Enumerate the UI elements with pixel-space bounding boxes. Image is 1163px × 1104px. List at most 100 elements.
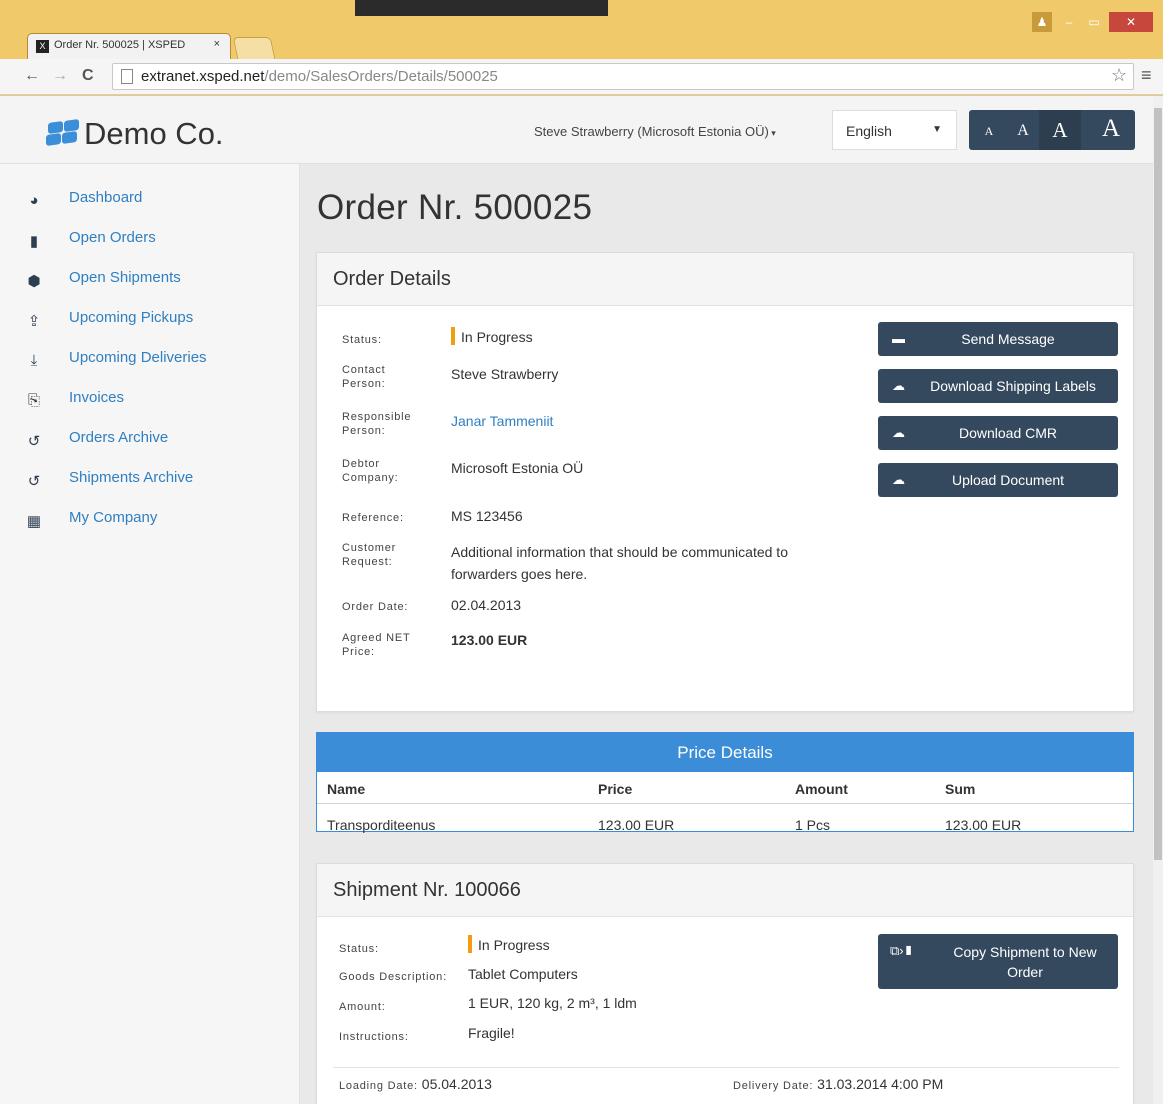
status-text: In Progress <box>478 937 550 953</box>
font-size-s-button[interactable]: A <box>1007 122 1039 140</box>
new-tab-button[interactable] <box>232 37 276 59</box>
forward-arrow-icon[interactable]: → <box>52 67 68 85</box>
user-menu[interactable]: Steve Strawberry (Microsoft Estonia OÜ) … <box>534 124 776 139</box>
user-name: Steve Strawberry (Microsoft Estonia OÜ) <box>534 124 769 139</box>
copy-shipment-label: Copy Shipment to New Order <box>953 944 1097 980</box>
reload-icon[interactable]: C <box>82 67 94 85</box>
amount-value: 1 EUR, 120 kg, 2 m³, 1 ldm <box>468 995 637 1011</box>
copy-shipment-button[interactable]: ⧉›▮ Copy Shipment to New Order <box>878 934 1118 989</box>
browser-tab[interactable]: X Order Nr. 500025 | XSPED × <box>27 33 231 59</box>
send-message-button[interactable]: ▬ Send Message <box>878 322 1118 356</box>
instructions-label: Instructions: <box>339 1031 409 1043</box>
download-cmr-label: Download CMR <box>958 425 1058 441</box>
building-icon: ▦ <box>26 513 42 530</box>
upload-document-button[interactable]: ☁ Upload Document <box>878 463 1118 497</box>
cloud-upload-icon: ☁ <box>892 472 905 487</box>
sidebar-item-label: Open Shipments <box>69 269 181 286</box>
xsped-favicon-icon: X <box>36 40 49 53</box>
page-scrollbar[interactable] <box>1153 96 1163 1104</box>
url-host: extranet.xsped.net <box>141 68 265 85</box>
divider <box>333 1067 1119 1068</box>
price-details-title: Price Details <box>317 733 1133 772</box>
instructions-value: Fragile! <box>468 1025 515 1041</box>
agreed-price-value: 123.00 EUR <box>451 632 528 648</box>
goods-description-label: Goods Description: <box>339 971 447 983</box>
bookmark-star-icon[interactable]: ☆ <box>1111 65 1127 86</box>
sidebar-item-invoices[interactable]: ⎘ Invoices <box>0 389 300 429</box>
table-cell: Transporditeenus <box>327 817 436 833</box>
responsible-person-link[interactable]: Janar Tammeniit <box>451 410 553 432</box>
language-value: English <box>846 123 892 139</box>
sidebar-item-dashboard[interactable]: ◕ Dashboard <box>0 189 300 229</box>
shipment-status-label: Status: <box>339 943 379 955</box>
status-text: In Progress <box>461 329 533 345</box>
sidebar-item-my-company[interactable]: ▦ My Company <box>0 509 300 549</box>
scrollbar-thumb[interactable] <box>1154 108 1162 860</box>
site-header: Demo Co. Steve Strawberry (Microsoft Est… <box>0 96 1153 164</box>
browser-toolbar: ← → C extranet.xsped.net/demo/SalesOrder… <box>0 59 1163 95</box>
send-message-label: Send Message <box>961 331 1055 347</box>
sidebar-item-open-shipments[interactable]: ⬢ Open Shipments <box>0 269 300 309</box>
browser-titlebar: ♟ ‒ ▭ ✕ <box>0 0 1163 32</box>
dashboard-icon: ◕ <box>29 192 39 209</box>
page-viewport: Demo Co. Steve Strawberry (Microsoft Est… <box>0 96 1153 1104</box>
history-icon: ↺ <box>27 473 41 490</box>
contact-person-label: Contact Person: <box>342 364 386 390</box>
language-select[interactable]: English ▼ <box>832 110 957 150</box>
sidebar-item-shipments-archive[interactable]: ↺ Shipments Archive <box>0 469 300 509</box>
order-date-label: Order Date: <box>342 601 409 613</box>
delivery-date-label: Delivery Date: <box>733 1080 814 1092</box>
sidebar-item-upcoming-deliveries[interactable]: ⤓ Upcoming Deliveries <box>0 349 300 389</box>
amount-label: Amount: <box>339 1001 386 1013</box>
contact-person-value: Steve Strawberry <box>451 366 559 382</box>
download-shipping-labels-label: Download Shipping Labels <box>930 378 1096 394</box>
sidebar-item-open-orders[interactable]: ▮ Open Orders <box>0 229 300 269</box>
maximize-icon[interactable]: ▭ <box>1083 12 1105 32</box>
download-shipping-labels-button[interactable]: ☁ Download Shipping Labels <box>878 369 1118 403</box>
loading-date-label: Loading Date: <box>339 1080 418 1092</box>
sidebar-item-label: Invoices <box>69 389 125 406</box>
table-cell: 123.00 EUR <box>598 817 675 833</box>
column-header-name: Name <box>327 781 366 797</box>
font-size-l-button[interactable]: A <box>1091 115 1131 143</box>
font-size-m-button[interactable]: A <box>1039 110 1081 150</box>
order-date-value: 02.04.2013 <box>451 597 522 613</box>
status-value: In Progress <box>451 326 533 348</box>
back-arrow-icon[interactable]: ← <box>24 67 40 85</box>
brand-logo[interactable]: Demo Co. <box>44 116 224 152</box>
shipment-status-value: In Progress <box>468 934 550 956</box>
upload-icon: ⇪ <box>27 313 41 330</box>
responsible-person-label: Responsible Person: <box>342 411 412 437</box>
cloud-download-icon: ☁ <box>892 425 905 440</box>
sidebar-item-label: Upcoming Deliveries <box>69 349 207 366</box>
url-path: /demo/SalesOrders/Details/500025 <box>264 68 498 85</box>
address-bar[interactable]: extranet.xsped.net/demo/SalesOrders/Deta… <box>112 63 1134 90</box>
font-size-xs-button[interactable]: A <box>973 124 1005 139</box>
sidebar-item-label: Orders Archive <box>69 429 169 446</box>
sidebar-item-label: Shipments Archive <box>69 469 194 486</box>
brand-name: Demo Co. <box>84 116 224 151</box>
loading-date-value: 05.04.2013 <box>421 1076 492 1092</box>
minimize-icon[interactable]: ‒ <box>1058 12 1080 32</box>
upload-document-label: Upload Document <box>951 472 1065 488</box>
reference-value: MS 123456 <box>451 508 523 524</box>
column-header-price: Price <box>598 781 633 797</box>
tab-title: Order Nr. 500025 | XSPED <box>54 39 186 51</box>
shipment-panel: Shipment Nr. 100066 Status: In Progress … <box>316 863 1134 1104</box>
download-cmr-button[interactable]: ☁ Download CMR <box>878 416 1118 450</box>
customer-request-label: Customer Request: <box>342 542 397 568</box>
page-icon <box>121 69 133 84</box>
order-details-heading: Order Details <box>317 253 1133 306</box>
reference-label: Reference: <box>342 512 404 524</box>
sidebar-item-label: Dashboard <box>69 189 143 206</box>
close-window-icon[interactable]: ✕ <box>1109 12 1153 32</box>
tab-close-icon[interactable]: × <box>214 38 220 50</box>
menu-icon[interactable]: ≡ <box>1141 65 1152 86</box>
user-icon[interactable]: ♟ <box>1032 12 1052 32</box>
sidebar-item-orders-archive[interactable]: ↺ Orders Archive <box>0 429 300 469</box>
delivery-date-value: 31.03.2014 4:00 PM <box>817 1076 944 1092</box>
table-cell: 1 Pcs <box>795 817 831 833</box>
cloud-download-icon: ☁ <box>892 378 905 393</box>
caret-down-icon: ▼ <box>932 124 942 135</box>
sidebar-item-upcoming-pickups[interactable]: ⇪ Upcoming Pickups <box>0 309 300 349</box>
